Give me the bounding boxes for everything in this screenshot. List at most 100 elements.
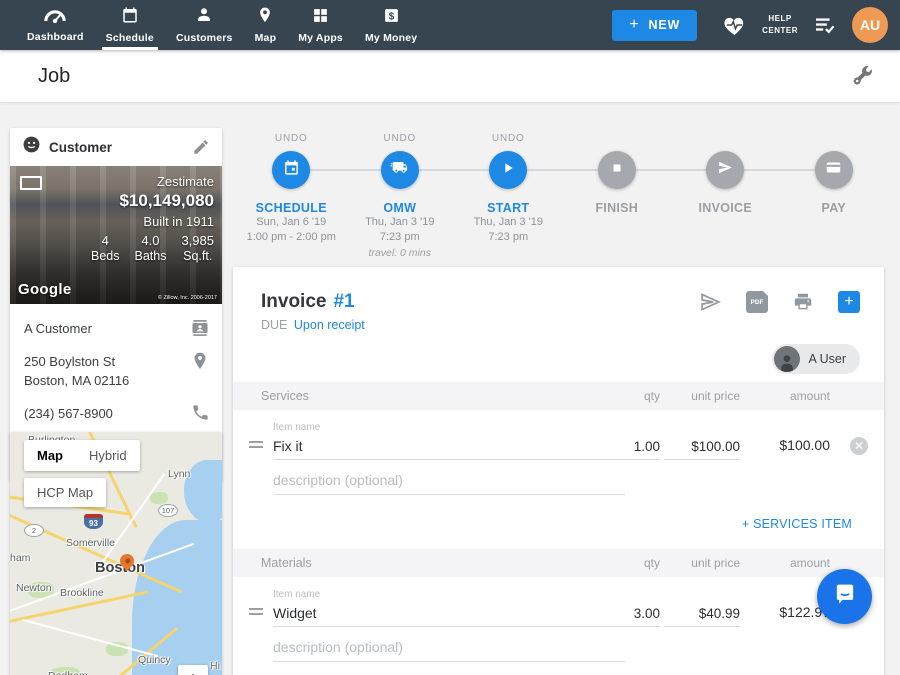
customer-face-icon xyxy=(22,135,41,159)
heart-pulse-icon[interactable] xyxy=(723,15,746,36)
start-step-button[interactable] xyxy=(489,151,527,189)
chat-fab-button[interactable] xyxy=(817,569,872,624)
print-icon[interactable] xyxy=(792,291,814,313)
nav-item-my-money[interactable]: $ My Money xyxy=(354,0,428,50)
add-services-item-link[interactable]: + SERVICES ITEM xyxy=(742,517,852,531)
material-description-row xyxy=(233,627,884,662)
service-item-row: Item name $100.00 ✕ xyxy=(233,410,884,460)
omw-step-button[interactable] xyxy=(381,151,419,189)
unit-price-column-header: unit price xyxy=(664,556,740,570)
qty-column-header: qty xyxy=(590,556,660,570)
assignee-chip[interactable]: A User xyxy=(772,344,860,374)
job-progress-timeline: UNDO SCHEDULE Sun, Jan 6 '19 1:00 pm - 2… xyxy=(237,133,888,260)
step-label: FINISH xyxy=(595,201,638,215)
item-description-input[interactable] xyxy=(273,470,625,495)
beds-stat: 4 Beds xyxy=(91,233,120,263)
map-widget[interactable]: Burlington Lynn 107 2 93 Somerville ham … xyxy=(10,432,222,675)
customer-address-row: 250 Boylston St Boston, MA 02116 xyxy=(24,345,210,397)
undo-schedule-link[interactable]: UNDO xyxy=(275,133,308,151)
truck-icon xyxy=(390,158,409,182)
nav-item-label: Dashboard xyxy=(27,31,84,43)
pdf-icon[interactable]: PDF xyxy=(746,291,768,313)
help-center-link[interactable]: HELP CENTER xyxy=(762,13,798,37)
item-description-input[interactable] xyxy=(273,637,625,662)
customer-card-title: Customer xyxy=(49,140,184,155)
map-label-lynn: Lynn xyxy=(168,468,190,480)
schedule-step-button[interactable] xyxy=(272,151,310,189)
route-107-shield: 107 xyxy=(158,504,178,517)
services-section-header: Services qty unit price amount xyxy=(233,382,884,410)
zestimate-overlay: Zestimate $10,149,080 Built in 1911 4 Be… xyxy=(91,174,214,263)
step-omw: UNDO OMW Thu, Jan 3 '19 7:23 pm travel: … xyxy=(346,133,455,260)
undo-start-link[interactable]: UNDO xyxy=(492,133,525,151)
amount-column-header: amount xyxy=(744,389,830,403)
nav-item-map[interactable]: Map xyxy=(244,0,288,50)
step-label: PAY xyxy=(821,201,846,215)
qty-input[interactable] xyxy=(590,437,660,460)
edit-pencil-icon[interactable] xyxy=(192,138,210,156)
map-type-map-button[interactable]: Map xyxy=(24,440,76,471)
invoice-header: Invoice #1 PDF + DUE Upon receipt xyxy=(233,267,884,382)
zestimate-label: Zestimate xyxy=(91,174,214,189)
send-icon xyxy=(717,159,734,181)
map-label-dedham: Dedham xyxy=(48,670,88,675)
nav-items: Dashboard Schedule Customers Map My Apps xyxy=(16,0,428,50)
plus-icon: + xyxy=(629,16,639,34)
zoom-in-button[interactable]: + xyxy=(178,665,208,675)
new-button-label: NEW xyxy=(649,18,681,32)
step-label: OMW xyxy=(383,201,416,215)
nav-right: HELP CENTER AU xyxy=(723,7,888,43)
nav-item-dashboard[interactable]: Dashboard xyxy=(16,0,95,50)
nav-item-my-apps[interactable]: My Apps xyxy=(287,0,354,50)
drag-handle[interactable] xyxy=(249,438,273,460)
user-avatar[interactable]: AU xyxy=(852,7,888,43)
line-amount: $122.97 xyxy=(744,604,830,627)
phone-icon[interactable] xyxy=(191,403,210,422)
due-value-link[interactable]: Upon receipt xyxy=(294,318,365,332)
pay-step-button[interactable] xyxy=(815,151,853,189)
item-name-input[interactable] xyxy=(273,603,590,627)
qty-input[interactable] xyxy=(590,604,660,627)
new-button[interactable]: + NEW xyxy=(612,10,697,41)
nav-item-label: Map xyxy=(255,32,277,44)
map-type-hybrid-button[interactable]: Hybrid xyxy=(76,440,140,471)
remove-item-button[interactable]: ✕ xyxy=(850,437,868,455)
location-pin-icon[interactable] xyxy=(190,351,210,371)
page-title: Job xyxy=(38,65,70,88)
step-schedule: UNDO SCHEDULE Sun, Jan 6 '19 1:00 pm - 2… xyxy=(237,133,346,260)
nav-item-schedule[interactable]: Schedule xyxy=(95,0,165,50)
invoice-step-button[interactable] xyxy=(706,151,744,189)
invoice-number[interactable]: #1 xyxy=(333,291,354,313)
item-name-input[interactable] xyxy=(273,436,590,460)
invoice-due: DUE Upon receipt xyxy=(261,318,860,332)
add-invoice-button[interactable]: + xyxy=(838,291,860,313)
map-label-somerville: Somerville xyxy=(66,537,115,549)
drag-handle[interactable] xyxy=(249,605,273,627)
customer-card-header: Customer xyxy=(10,128,222,166)
customer-phone-row: (234) 567-8900 xyxy=(24,397,210,430)
unit-price-input[interactable] xyxy=(664,437,740,460)
finish-step-button[interactable] xyxy=(598,151,636,189)
zestimate-value: $10,149,080 xyxy=(91,191,214,211)
nav-item-customers[interactable]: Customers xyxy=(165,0,244,50)
job-header-bar: Job xyxy=(0,50,900,103)
contact-card-icon[interactable] xyxy=(190,318,210,338)
stop-icon xyxy=(610,161,624,180)
nav-item-label: Schedule xyxy=(106,32,154,44)
job-tools-icon[interactable] xyxy=(850,64,874,88)
chat-bubble-icon xyxy=(831,580,859,613)
due-label: DUE xyxy=(261,318,287,332)
invoice-actions: PDF + xyxy=(698,291,860,313)
task-list-icon[interactable] xyxy=(814,16,836,34)
customer-phone: (234) 567-8900 xyxy=(24,403,191,424)
street-view-toggle-icon[interactable] xyxy=(20,176,42,190)
help-line1: HELP xyxy=(762,13,798,25)
item-name-label: Item name xyxy=(273,422,590,433)
unit-price-input[interactable] xyxy=(664,604,740,627)
send-invoice-icon[interactable] xyxy=(698,291,722,313)
map-zoom-control: + − xyxy=(178,665,208,675)
invoice-card: Invoice #1 PDF + DUE Upon receipt xyxy=(233,267,884,675)
undo-omw-link[interactable]: UNDO xyxy=(383,133,416,151)
hcp-map-button[interactable]: HCP Map xyxy=(24,478,106,507)
step-invoice: INVOICE xyxy=(671,133,780,260)
